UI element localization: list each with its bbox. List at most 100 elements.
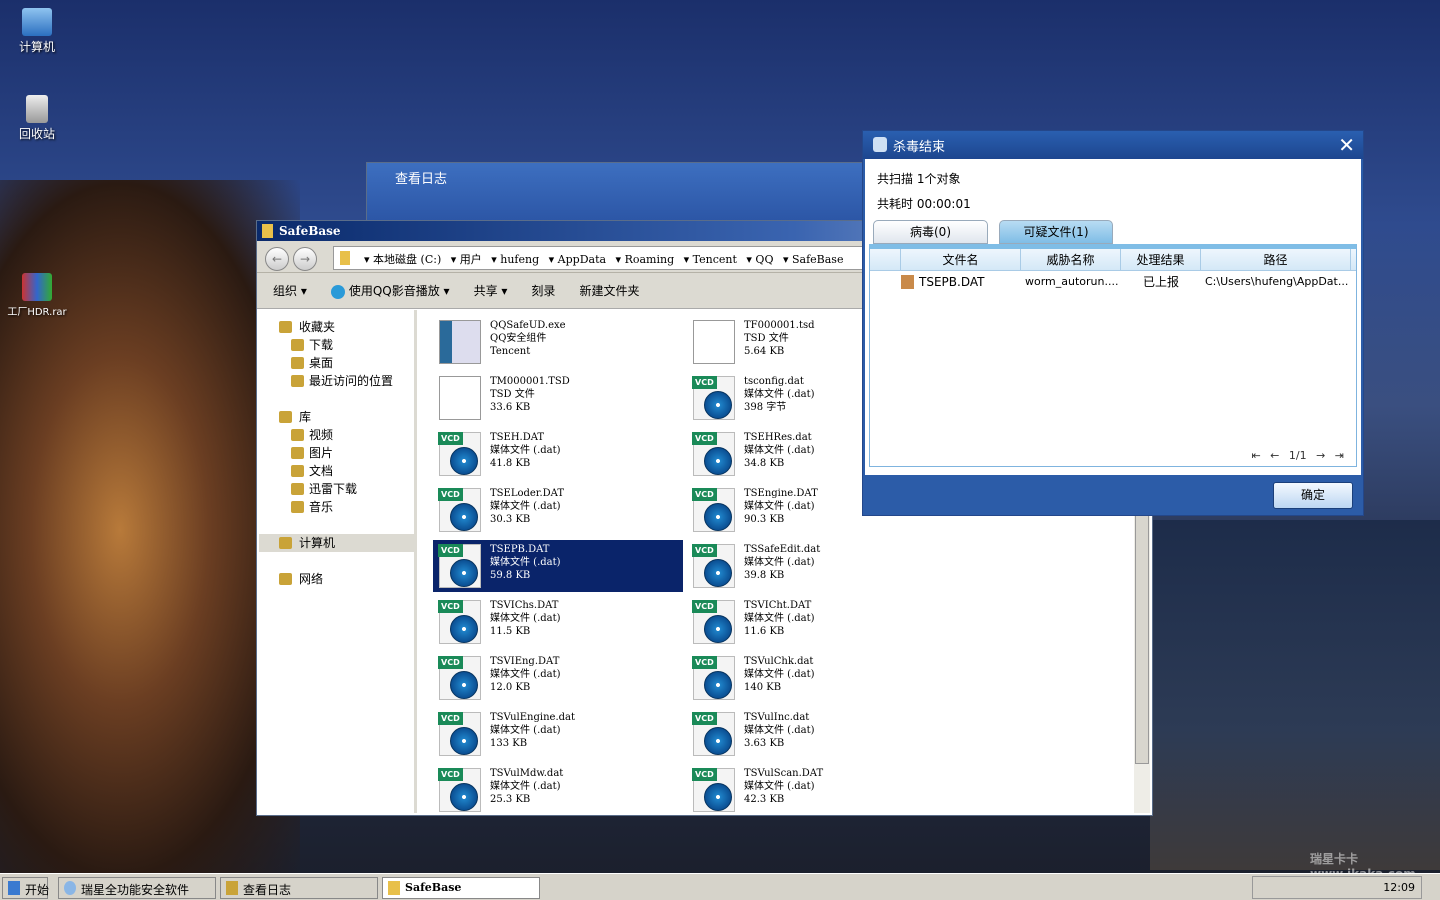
file-item[interactable]: VCD TSVulInc.dat 媒体文件 (.dat) 3.63 KB [687, 708, 937, 760]
file-item[interactable]: VCD TSVIEng.DAT 媒体文件 (.dat) 12.0 KB [433, 652, 683, 704]
file-item[interactable]: VCD TSVIChs.DAT 媒体文件 (.dat) 11.5 KB [433, 596, 683, 648]
nav-icon [291, 483, 304, 495]
media-file-icon: VCD [692, 376, 735, 420]
file-item[interactable]: VCD TSVulMdw.dat 媒体文件 (.dat) 25.3 KB [433, 764, 683, 816]
nav-item[interactable]: 网络 [259, 570, 414, 588]
table-row[interactable]: TSEPB.DAT worm_autorun.... 已上报 C:\Users\… [870, 271, 1356, 293]
log-window[interactable]: 查看日志 [366, 162, 871, 222]
dialog-body: 共扫描 1个对象 共耗时 00:00:01 病毒(0) 可疑文件(1) 文件名 … [865, 159, 1361, 475]
file-item[interactable]: VCD TSVICht.DAT 媒体文件 (.dat) 11.6 KB [687, 596, 937, 648]
file-item[interactable]: VCD TSEPB.DAT 媒体文件 (.dat) 59.8 KB [433, 540, 683, 592]
file-item[interactable]: VCD TSVulScan.DAT 媒体文件 (.dat) 42.3 KB [687, 764, 937, 816]
tab-suspicious[interactable]: 可疑文件(1) [999, 220, 1113, 244]
scan-result-dialog[interactable]: 杀毒结束 ✕ 共扫描 1个对象 共耗时 00:00:01 病毒(0) 可疑文件(1… [862, 130, 1364, 516]
desktop-icon-recycle-bin[interactable]: 回收站 [0, 95, 74, 142]
nav-item[interactable]: 迅雷下载 [259, 480, 414, 498]
windows-logo-icon [8, 881, 20, 895]
media-file-icon: VCD [438, 712, 481, 756]
nav-item[interactable]: 计算机 [259, 534, 414, 552]
taskbar-item-safebase[interactable]: SafeBase [382, 877, 540, 899]
media-file-icon: VCD [692, 432, 735, 476]
nav-item[interactable]: 音乐 [259, 498, 414, 516]
rar-archive-icon [22, 273, 52, 301]
breadcrumb-item[interactable]: SafeBase [792, 253, 843, 266]
nav-icon [291, 357, 304, 369]
taskbar: 开始 瑞星全功能安全软件 查看日志 SafeBase 12:09 [0, 873, 1440, 900]
elapsed-time: 共耗时 00:00:01 [877, 197, 971, 211]
ok-button[interactable]: 确定 [1273, 482, 1353, 509]
suspicious-file-icon [901, 275, 914, 289]
column-path[interactable]: 路径 [1201, 249, 1351, 270]
media-file-icon: VCD [438, 488, 481, 532]
media-file-icon: VCD [438, 544, 481, 588]
nav-icon [291, 375, 304, 387]
pagination[interactable]: ⇤ ← 1/1 → ⇥ [1251, 449, 1344, 462]
breadcrumb-item[interactable]: QQ [755, 253, 773, 266]
media-file-icon: VCD [692, 600, 735, 644]
nav-icon [279, 321, 292, 333]
breadcrumb-item[interactable]: 用户 [460, 253, 482, 266]
start-button[interactable]: 开始 [2, 877, 49, 899]
nav-item[interactable]: 桌面 [259, 354, 414, 372]
nav-item[interactable]: 视频 [259, 426, 414, 444]
nav-icon [279, 537, 292, 549]
navigation-pane: 收藏夹 下载 桌面 最近访问的位置库视频 图片 文档 迅雷下载 音乐计算机网络 [259, 310, 417, 813]
clock[interactable]: 12:09 [1383, 881, 1415, 894]
nav-item[interactable]: 下载 [259, 336, 414, 354]
rising-icon [64, 881, 76, 895]
tab-virus[interactable]: 病毒(0) [873, 220, 988, 244]
nav-icon [279, 411, 292, 423]
organize-button[interactable]: 组织 ▾ [273, 282, 307, 299]
media-file-icon: VCD [438, 656, 481, 700]
file-item[interactable]: VCD TSSafeEdit.dat 媒体文件 (.dat) 39.8 KB [687, 540, 937, 592]
column-threat[interactable]: 威胁名称 [1021, 249, 1121, 270]
nav-icon [291, 429, 304, 441]
desktop-icon-rar[interactable]: 工厂HDR.rar [0, 273, 74, 318]
file-item[interactable]: TM000001.TSD TSD 文件 33.6 KB [433, 372, 683, 424]
column-result[interactable]: 处理结果 [1121, 249, 1201, 270]
back-button[interactable]: ← [265, 247, 289, 271]
table-header: 文件名 威胁名称 处理结果 路径 [870, 249, 1356, 271]
column-filename[interactable]: 文件名 [901, 249, 1021, 270]
media-file-icon: VCD [438, 600, 481, 644]
burn-button[interactable]: 刻录 [531, 282, 555, 299]
breadcrumb-item[interactable]: Roaming [625, 253, 675, 266]
nav-icon [279, 573, 292, 585]
file-item[interactable]: QQSafeUD.exe QQ安全组件 Tencent [433, 316, 683, 368]
folder-icon [340, 251, 350, 265]
media-file-icon: VCD [438, 432, 481, 476]
dialog-title-bar[interactable]: 杀毒结束 ✕ [863, 131, 1363, 159]
media-file-icon: VCD [692, 712, 735, 756]
nav-item[interactable]: 文档 [259, 462, 414, 480]
media-file-icon: VCD [438, 768, 481, 812]
file-item[interactable]: VCD TSEH.DAT 媒体文件 (.dat) 41.8 KB [433, 428, 683, 480]
play-with-qq-button[interactable]: 使用QQ影音播放 ▾ [330, 282, 450, 299]
scanned-count: 共扫描 1个对象 [877, 172, 961, 186]
breadcrumb-item[interactable]: hufeng [500, 253, 539, 266]
nav-item[interactable]: 图片 [259, 444, 414, 462]
file-item[interactable]: VCD TSVulChk.dat 媒体文件 (.dat) 140 KB [687, 652, 937, 704]
breadcrumb-item[interactable]: Tencent [693, 253, 737, 266]
close-icon[interactable]: ✕ [1338, 133, 1355, 157]
breadcrumb-item[interactable]: AppData [558, 253, 606, 266]
file-item[interactable]: VCD TSELoder.DAT 媒体文件 (.dat) 30.3 KB [433, 484, 683, 536]
new-folder-button[interactable]: 新建文件夹 [579, 282, 639, 299]
wallpaper-sea [1150, 520, 1440, 870]
nav-item[interactable]: 最近访问的位置 [259, 372, 414, 390]
system-tray: 12:09 [1252, 876, 1422, 899]
taskbar-item-log[interactable]: 查看日志 [220, 877, 378, 899]
desktop-icon-computer[interactable]: 计算机 [0, 8, 74, 55]
nav-item[interactable]: 库 [259, 408, 414, 426]
file-item[interactable]: VCD TSVulEngine.dat 媒体文件 (.dat) 133 KB [433, 708, 683, 760]
results-table: 文件名 威胁名称 处理结果 路径 TSEPB.DAT worm_autorun.… [869, 244, 1357, 467]
forward-button[interactable]: → [293, 247, 317, 271]
media-file-icon: VCD [692, 488, 735, 532]
qq-player-icon [330, 284, 345, 299]
computer-icon [22, 8, 52, 36]
taskbar-item-rising[interactable]: 瑞星全功能安全软件 [58, 877, 216, 899]
document-icon [439, 376, 481, 420]
breadcrumb-item[interactable]: 本地磁盘 (C:) [373, 253, 441, 266]
exe-file-icon [439, 320, 481, 364]
share-button[interactable]: 共享 ▾ [474, 282, 508, 299]
nav-item[interactable]: 收藏夹 [259, 318, 414, 336]
